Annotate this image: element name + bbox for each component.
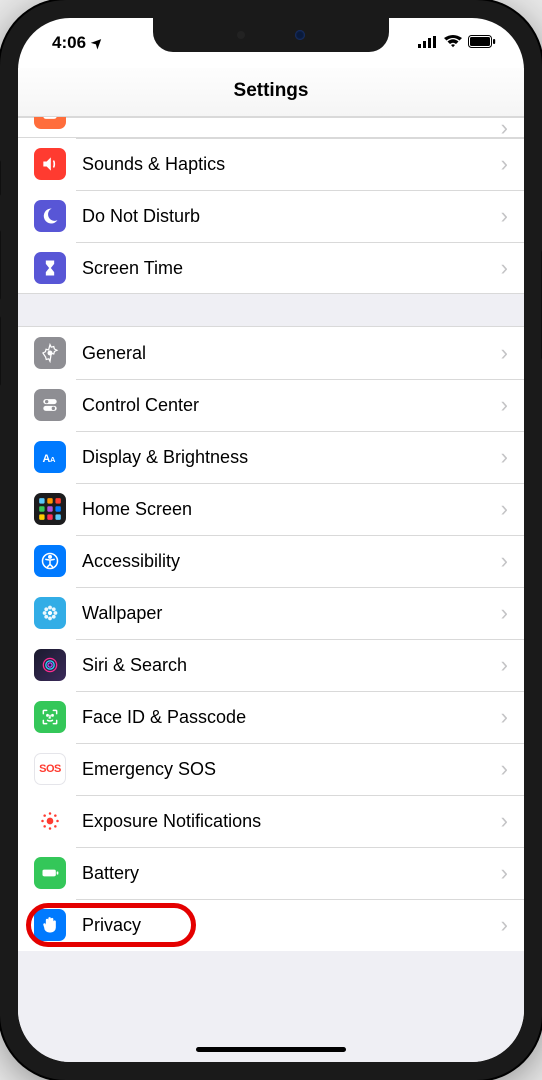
home-grid-icon	[34, 493, 66, 525]
chevron-right-icon: ›	[501, 255, 524, 281]
exposure-icon	[34, 805, 66, 837]
notch	[153, 18, 389, 52]
settings-row-dnd[interactable]: Do Not Disturb ›	[18, 190, 524, 242]
settings-row-wallpaper[interactable]: Wallpaper ›	[18, 587, 524, 639]
hourglass-icon	[34, 252, 66, 284]
location-services-icon: ➤	[88, 33, 107, 52]
toggles-icon	[34, 389, 66, 421]
gear-icon	[34, 337, 66, 369]
settings-row-general[interactable]: General ›	[18, 327, 524, 379]
faceid-icon	[34, 701, 66, 733]
settings-row-display[interactable]: AA Display & Brightness ›	[18, 431, 524, 483]
sos-text: SOS	[39, 763, 61, 775]
chevron-right-icon: ›	[501, 392, 524, 418]
mute-switch	[0, 160, 1, 196]
settings-row-accessibility[interactable]: Accessibility ›	[18, 535, 524, 587]
settings-row-sos[interactable]: SOS Emergency SOS ›	[18, 743, 524, 795]
row-label: Face ID & Passcode	[66, 707, 501, 728]
notifications-icon	[34, 117, 66, 129]
row-label: Accessibility	[66, 551, 501, 572]
settings-row-siri[interactable]: Siri & Search ›	[18, 639, 524, 691]
chevron-right-icon: ›	[501, 600, 524, 626]
settings-row-homescreen[interactable]: Home Screen ›	[18, 483, 524, 535]
row-label: Privacy	[66, 915, 501, 936]
row-label: Control Center	[66, 395, 501, 416]
row-label: Screen Time	[66, 258, 501, 279]
page-title-bar: Settings	[18, 68, 524, 117]
chevron-right-icon: ›	[501, 756, 524, 782]
row-label: General	[66, 343, 501, 364]
settings-row-screentime[interactable]: Screen Time ›	[18, 242, 524, 294]
wifi-icon	[444, 33, 462, 53]
settings-group-2: General › Control Center › AA Display & …	[18, 326, 524, 951]
chevron-right-icon: ›	[501, 203, 524, 229]
flower-icon	[34, 597, 66, 629]
settings-row-exposure[interactable]: Exposure Notifications ›	[18, 795, 524, 847]
screen: 4:06 ➤ Settings	[18, 18, 524, 1062]
settings-row-battery[interactable]: Battery ›	[18, 847, 524, 899]
row-label: Battery	[66, 863, 501, 884]
siri-icon	[34, 649, 66, 681]
volume-down-button	[0, 316, 1, 386]
settings-list[interactable]: Notifications › Sounds & Haptics › Do No…	[18, 117, 524, 1062]
text-size-icon: AA	[34, 441, 66, 473]
chevron-right-icon: ›	[501, 652, 524, 678]
row-label: Display & Brightness	[66, 447, 501, 468]
svg-text:A: A	[50, 455, 56, 464]
row-label: Wallpaper	[66, 603, 501, 624]
row-label: Emergency SOS	[66, 759, 501, 780]
settings-row-privacy[interactable]: Privacy ›	[18, 899, 524, 951]
chevron-right-icon: ›	[501, 340, 524, 366]
chevron-right-icon: ›	[501, 860, 524, 886]
row-label: Exposure Notifications	[66, 811, 501, 832]
settings-row-control-center[interactable]: Control Center ›	[18, 379, 524, 431]
settings-row-notifications[interactable]: Notifications ›	[18, 118, 524, 138]
phone-frame: 4:06 ➤ Settings	[0, 0, 542, 1080]
row-label: Do Not Disturb	[66, 206, 501, 227]
sos-icon: SOS	[34, 753, 66, 785]
volume-up-button	[0, 230, 1, 300]
cellular-signal-icon	[418, 33, 438, 53]
settings-row-faceid[interactable]: Face ID & Passcode ›	[18, 691, 524, 743]
chevron-right-icon: ›	[501, 444, 524, 470]
row-label: Home Screen	[66, 499, 501, 520]
moon-icon	[34, 200, 66, 232]
row-label: Sounds & Haptics	[66, 154, 501, 175]
row-label: Siri & Search	[66, 655, 501, 676]
battery-icon	[468, 33, 496, 53]
page-title: Settings	[234, 80, 309, 101]
chevron-right-icon: ›	[501, 808, 524, 834]
accessibility-icon	[34, 545, 66, 577]
hand-icon	[34, 909, 66, 941]
chevron-right-icon: ›	[501, 912, 524, 938]
chevron-right-icon: ›	[501, 117, 524, 141]
battery-icon	[34, 857, 66, 889]
status-time: 4:06	[52, 33, 86, 53]
home-indicator[interactable]	[196, 1047, 346, 1052]
chevron-right-icon: ›	[501, 496, 524, 522]
chevron-right-icon: ›	[501, 151, 524, 177]
chevron-right-icon: ›	[501, 704, 524, 730]
settings-group-1: Notifications › Sounds & Haptics › Do No…	[18, 117, 524, 294]
chevron-right-icon: ›	[501, 548, 524, 574]
settings-row-sounds[interactable]: Sounds & Haptics ›	[18, 138, 524, 190]
sounds-icon	[34, 148, 66, 180]
